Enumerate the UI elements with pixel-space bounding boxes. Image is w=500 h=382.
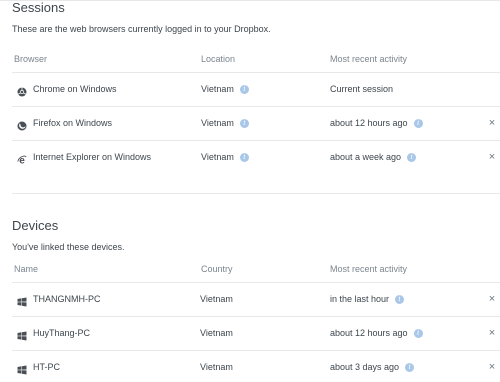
info-icon[interactable]: i [413, 119, 423, 129]
session-row: e Internet Explorer on Windows Vietnam i … [12, 142, 500, 172]
location-text: Vietnam [201, 84, 234, 94]
activity-text: about 12 hours ago [330, 118, 408, 128]
activity-cell: about 12 hours ago i [330, 318, 423, 348]
country-column-header: Country [201, 264, 233, 274]
session-row: Chrome on Windows Vietnam i Current sessi… [12, 74, 500, 104]
windows-icon [17, 294, 27, 307]
close-icon[interactable]: × [486, 108, 498, 138]
browser-name: Internet Explorer on Windows [33, 152, 152, 162]
devices-description: You've linked these devices. [12, 242, 125, 252]
close-icon[interactable]: × [486, 318, 498, 348]
location-column-header: Location [201, 54, 236, 64]
activity-cell: about 12 hours ago i [330, 108, 423, 138]
internet-explorer-icon: e [17, 152, 27, 167]
session-row: Firefox on Windows Vietnam i about 12 hou… [12, 108, 500, 138]
sessions-description: These are the web browsers currently log… [12, 24, 271, 34]
divider [12, 106, 500, 107]
info-icon[interactable]: i [239, 85, 249, 95]
activity-text: about a week ago [330, 152, 402, 162]
location-text: Vietnam [201, 152, 234, 162]
location-cell: Vietnam i [201, 74, 249, 104]
windows-icon [17, 362, 27, 375]
activity-column-header: Most recent activity [330, 54, 408, 64]
divider [12, 316, 500, 317]
country-text: Vietnam [200, 328, 233, 338]
devices-title: Devices [12, 218, 59, 233]
divider [12, 140, 500, 141]
divider [12, 282, 500, 283]
info-icon[interactable]: i [239, 153, 249, 163]
activity-text: about 12 hours ago [330, 328, 408, 338]
browser-name: Firefox on Windows [33, 118, 113, 128]
location-cell: Vietnam i [201, 142, 249, 172]
country-text: Vietnam [200, 362, 233, 372]
device-name: HT-PC [33, 362, 60, 372]
firefox-icon [17, 118, 27, 131]
device-row: THANGNMH-PC Vietnam in the last hour i × [12, 284, 500, 314]
info-icon[interactable]: i [407, 153, 417, 163]
divider [12, 72, 500, 73]
activity-cell: about 3 days ago i [330, 352, 415, 382]
country-text: Vietnam [200, 294, 233, 304]
close-icon[interactable]: × [486, 352, 498, 382]
info-icon[interactable]: i [405, 363, 415, 373]
activity-text: Current session [330, 84, 394, 94]
sessions-title: Sessions [12, 0, 65, 15]
name-column-header: Name [14, 264, 39, 274]
close-icon[interactable]: × [486, 142, 498, 172]
top-border [0, 0, 500, 1]
browser-column-header: Browser [14, 54, 48, 64]
info-icon[interactable]: i [395, 295, 405, 305]
activity-column-header: Most recent activity [330, 264, 408, 274]
section-divider [12, 193, 500, 194]
close-icon[interactable]: × [486, 284, 498, 314]
activity-cell: about a week ago i [330, 142, 417, 172]
location-cell: Vietnam i [201, 108, 249, 138]
device-name: HuyThang-PC [33, 328, 91, 338]
activity-cell: in the last hour i [330, 284, 405, 314]
windows-icon [17, 328, 27, 341]
info-icon[interactable]: i [413, 329, 423, 339]
location-text: Vietnam [201, 118, 234, 128]
activity-text: about 3 days ago [330, 362, 400, 372]
device-row: HuyThang-PC Vietnam about 12 hours ago i … [12, 318, 500, 348]
info-icon[interactable]: i [239, 119, 249, 129]
browser-name: Chrome on Windows [33, 84, 117, 94]
device-name: THANGNMH-PC [33, 294, 101, 304]
divider [12, 350, 500, 351]
chrome-icon [17, 84, 27, 97]
activity-text: in the last hour [330, 294, 390, 304]
device-row: HT-PC Vietnam about 3 days ago i × [12, 352, 500, 382]
